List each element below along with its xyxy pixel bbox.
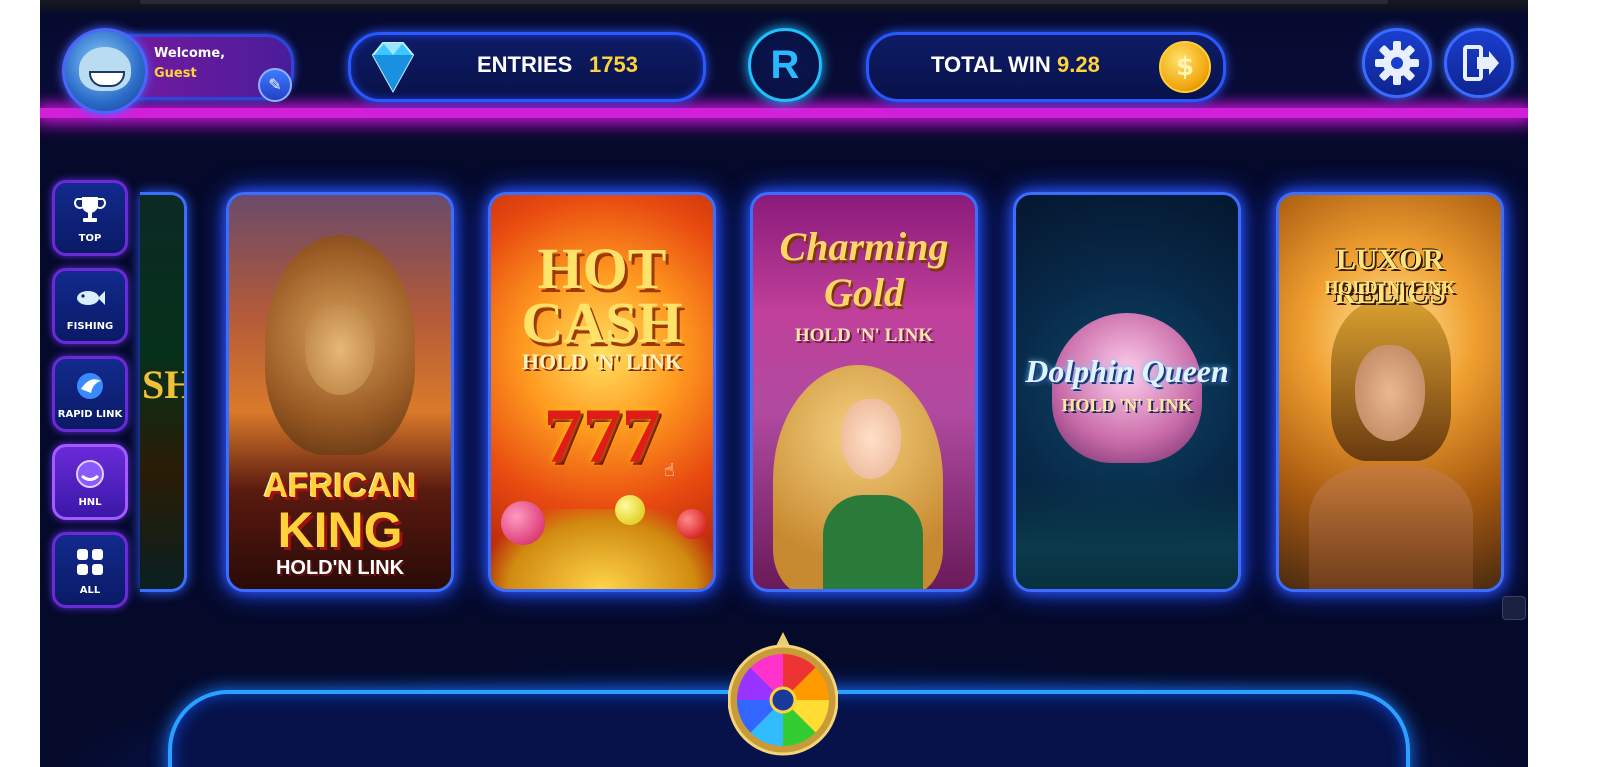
sidebar-item-label: RAPID LINK <box>57 409 123 420</box>
game-subtitle: HOLD 'N' LINK <box>521 349 683 374</box>
hand-cursor-icon: ☝ <box>664 460 675 481</box>
exit-button[interactable] <box>1444 28 1514 98</box>
sidebar-item-all[interactable]: ALL <box>52 532 128 608</box>
game-card-charming-gold[interactable]: Charming Gold HOLD 'N' LINK <box>750 192 978 592</box>
game-lobby: Welcome, Guest ✎ ENTRIES 1753 R TOTAL WI… <box>40 0 1528 767</box>
gear-icon <box>1375 41 1419 85</box>
coin-icon: $ <box>1159 41 1211 93</box>
r-button[interactable]: R <box>748 28 822 102</box>
sidebar-item-label: TOP <box>78 233 102 244</box>
window-top-strip <box>40 0 1528 12</box>
game-card-luxor-relics[interactable]: LUXOR RELICS HOLD 'N' LINK <box>1276 192 1504 592</box>
game-title: Dolphin Queen <box>1025 353 1229 389</box>
sidebar-item-label: HNL <box>78 497 102 508</box>
exit-icon <box>1463 45 1499 81</box>
profile-panel[interactable]: Welcome, Guest ✎ <box>62 28 294 114</box>
avatar[interactable] <box>62 28 148 114</box>
sidebar-item-rapid-link[interactable]: RAPID LINK <box>52 356 128 432</box>
total-win-value: 9.28 <box>1057 52 1100 77</box>
header-divider <box>40 108 1528 118</box>
entries-label: ENTRIES <box>477 52 573 77</box>
fullscreen-icon[interactable] <box>1502 596 1526 620</box>
lemon-art <box>615 495 645 525</box>
grid-icon <box>77 549 103 575</box>
total-win-label: TOTAL WIN <box>931 52 1051 77</box>
entries-value: 1753 <box>589 52 638 77</box>
hnl-icon <box>76 460 104 488</box>
pencil-icon: ✎ <box>268 75 282 94</box>
game-card-partial[interactable]: SH <box>140 192 187 592</box>
game-title-line1: Charming <box>779 224 949 269</box>
fish-icon <box>77 291 105 305</box>
game-subtitle: HOLD 'N' LINK <box>1061 395 1193 415</box>
sevens-symbol: 777 <box>543 392 661 479</box>
sidebar-item-hnl[interactable]: HNL <box>52 444 128 520</box>
lion-face-art <box>305 305 375 395</box>
diamond-icon <box>371 42 415 94</box>
cleopatra-body-art <box>1309 465 1473 589</box>
sidebar-item-label: FISHING <box>66 321 114 332</box>
game-subtitle: HOLD 'N' LINK <box>794 325 934 346</box>
woman-face-art <box>841 399 901 479</box>
game-card-african-king[interactable]: AFRICAN KING HOLD'N LINK <box>226 192 454 592</box>
game-card-hot-cash[interactable]: HOT CASH HOLD 'N' LINK 777 <box>488 192 716 592</box>
username-text: Guest <box>154 66 197 81</box>
settings-button[interactable] <box>1362 28 1432 98</box>
entries-display: ENTRIES 1753 <box>348 32 706 102</box>
seabed-art <box>1016 479 1238 589</box>
game-subtitle: HOLD 'N' LINK <box>1324 277 1456 297</box>
game-card-dolphin-queen[interactable]: Dolphin Queen HOLD 'N' LINK <box>1013 192 1241 592</box>
welcome-text: Welcome, <box>154 46 226 61</box>
plum-art <box>501 501 545 545</box>
cherry-art <box>677 509 707 539</box>
game-subtitle: HOLD'N LINK <box>275 557 405 579</box>
trophy-icon <box>74 197 106 222</box>
game-title-line2: Gold <box>824 270 904 315</box>
edit-profile-button[interactable]: ✎ <box>258 68 292 102</box>
woman-dress-art <box>823 495 923 589</box>
prize-wheel-icon[interactable] <box>728 630 838 760</box>
game-title-line2: KING <box>277 502 403 558</box>
sidebar-item-fishing[interactable]: FISHING <box>52 268 128 344</box>
sidebar-item-label: ALL <box>79 585 101 596</box>
cleopatra-face-art <box>1355 345 1425 441</box>
game-title-fragment: SH <box>142 362 184 407</box>
rapid-link-icon <box>77 373 103 399</box>
sidebar-item-top[interactable]: TOP <box>52 180 128 256</box>
game-title-line2: CASH <box>521 290 683 355</box>
scroll-track <box>140 0 1388 4</box>
total-win-display: TOTAL WIN 9.28 $ <box>866 32 1226 102</box>
